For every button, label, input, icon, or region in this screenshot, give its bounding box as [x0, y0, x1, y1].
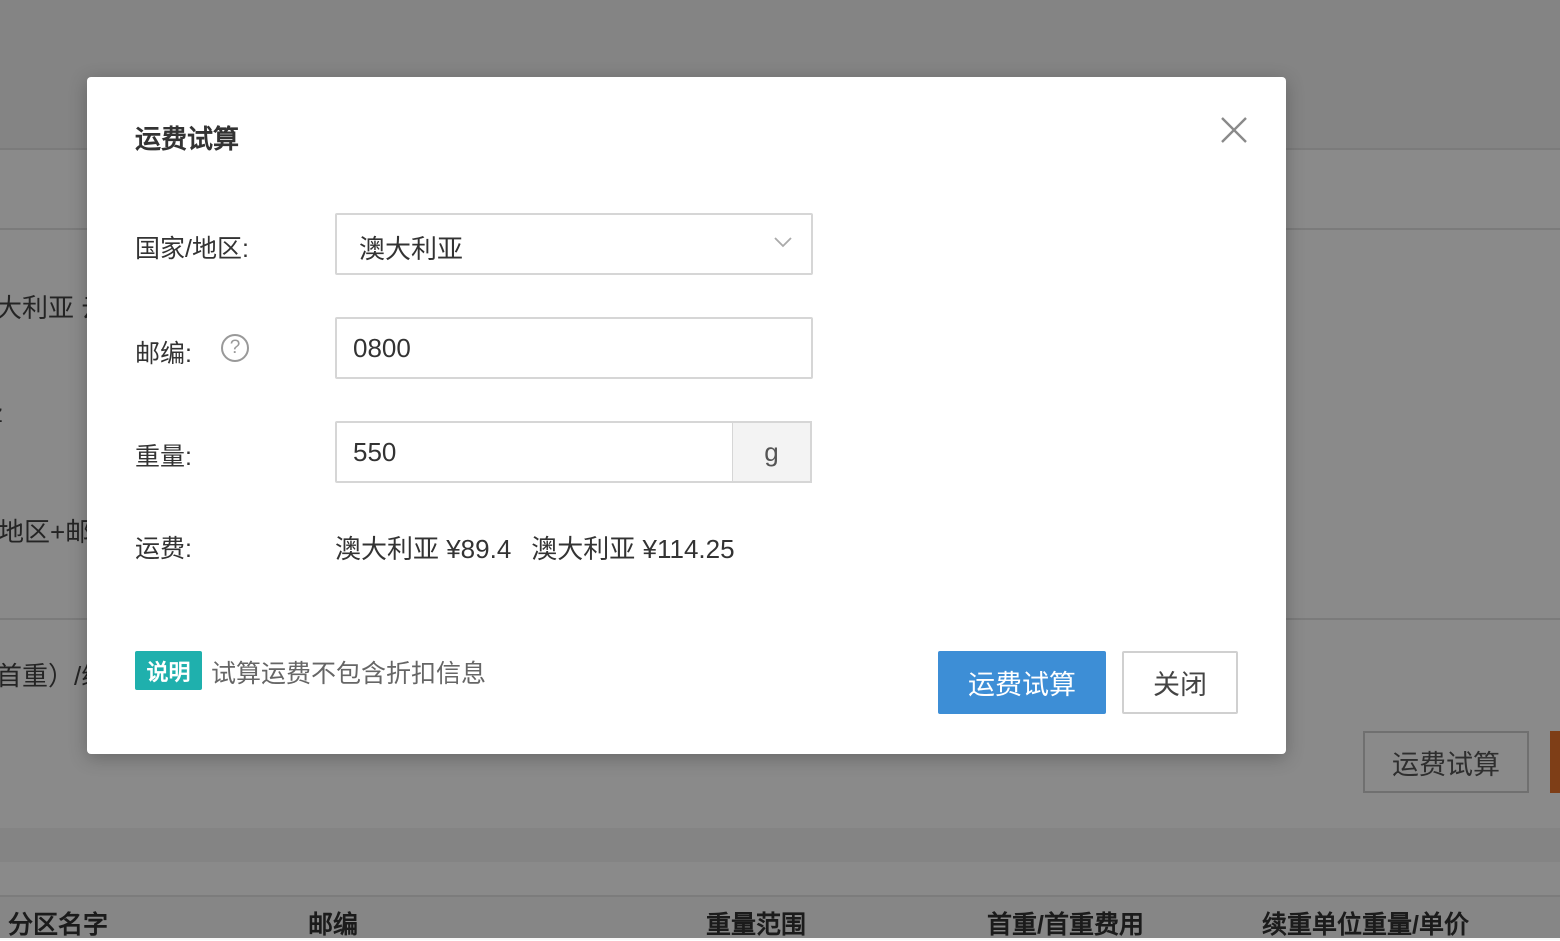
shipping-estimate-dialog: 运费试算 国家/地区: 澳大利亚 邮编: ? 重量: g 运费: 澳大利亚 ¥8… — [87, 77, 1286, 754]
postcode-label: 邮编: — [135, 340, 192, 368]
weight-unit: g — [733, 421, 812, 483]
note-badge: 说明 — [135, 651, 202, 690]
fee-result: 澳大利亚 ¥89.4 — [335, 534, 512, 564]
fee-results: 澳大利亚 ¥89.4 澳大利亚 ¥114.25 — [335, 529, 735, 566]
close-icon[interactable] — [1219, 115, 1249, 145]
country-select[interactable]: 澳大利亚 — [335, 213, 813, 275]
fee-result: 澳大利亚 ¥114.25 — [531, 534, 735, 564]
dialog-title: 运费试算 — [135, 124, 240, 154]
postcode-input[interactable] — [335, 317, 813, 379]
calculate-button[interactable]: 运费试算 — [938, 651, 1106, 714]
fee-label: 运费: — [135, 535, 192, 563]
question-circle-icon[interactable]: ? — [221, 334, 249, 362]
country-select-value: 澳大利亚 — [359, 234, 464, 264]
weight-label: 重量: — [135, 443, 192, 471]
note-text: 试算运费不包含折扣信息 — [211, 660, 487, 688]
close-button[interactable]: 关闭 — [1122, 651, 1238, 714]
country-label: 国家/地区: — [135, 235, 249, 263]
weight-input[interactable] — [335, 421, 734, 483]
chevron-down-icon — [774, 237, 792, 248]
